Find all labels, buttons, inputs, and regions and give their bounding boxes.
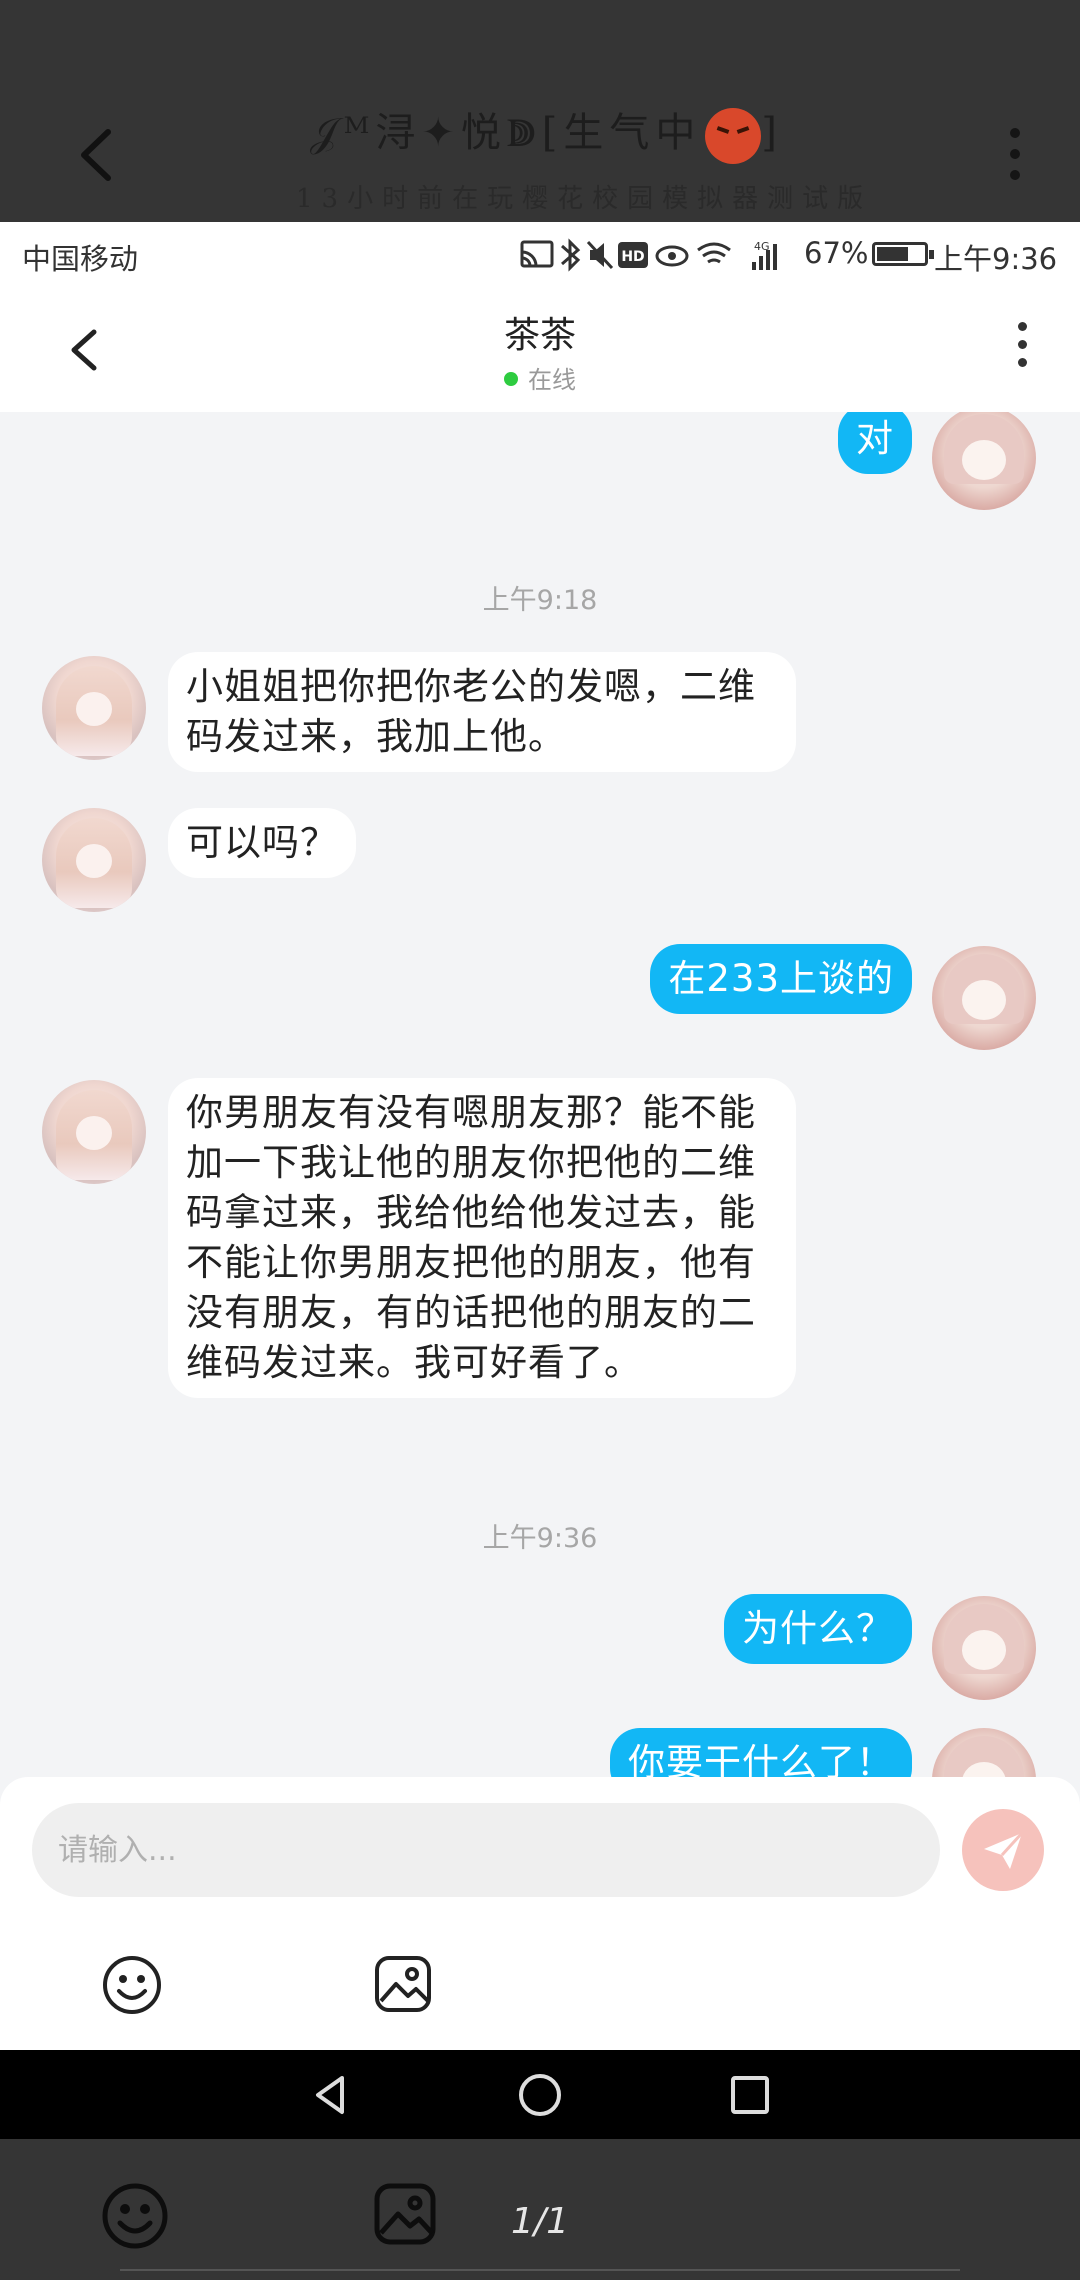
my-avatar[interactable] bbox=[932, 1596, 1036, 1700]
status-time: 上午9:36 bbox=[934, 242, 1058, 276]
contact-avatar[interactable] bbox=[42, 1080, 146, 1184]
viewer-bottom-divider bbox=[120, 2269, 960, 2273]
composer-panel bbox=[0, 1777, 1080, 2050]
message-input[interactable] bbox=[32, 1803, 940, 1897]
contact-avatar[interactable] bbox=[42, 808, 146, 912]
viewer-bottom-bar: 1/1 bbox=[0, 2139, 1080, 2280]
message-bubble-outgoing[interactable]: 为什么？ bbox=[724, 1594, 912, 1664]
online-status-label: 在线 bbox=[528, 366, 576, 394]
svg-text:HD: HD bbox=[621, 249, 644, 265]
eye-icon bbox=[655, 245, 689, 267]
more-vertical-icon[interactable] bbox=[1014, 322, 1030, 378]
message-bubble-outgoing[interactable]: 对 bbox=[838, 412, 912, 474]
send-icon bbox=[984, 1831, 1024, 1869]
message-bubble-outgoing[interactable]: 在233上谈的 bbox=[650, 944, 912, 1014]
system-nav-bar bbox=[0, 2050, 1080, 2139]
battery-percent: 67% bbox=[804, 236, 869, 270]
viewer-back-icon[interactable] bbox=[70, 120, 120, 190]
send-button[interactable] bbox=[962, 1809, 1044, 1891]
message-bubble-incoming[interactable]: 你男朋友有没有嗯朋友那？能不能加一下我让他的朋友你把他的二维码拿过来，我给他给他… bbox=[168, 1078, 796, 1398]
contact-name: 茶茶 bbox=[503, 315, 576, 356]
page-indicator: 1/1 bbox=[511, 2201, 569, 2242]
bluetooth-icon bbox=[561, 238, 581, 272]
mute-icon bbox=[586, 240, 614, 270]
status-icons: HD 4G bbox=[520, 238, 777, 272]
message-timestamp: 上午9:18 bbox=[482, 585, 598, 616]
my-avatar[interactable] bbox=[932, 412, 1036, 510]
online-status: 在线 bbox=[0, 360, 1080, 395]
viewer-emoji-icon[interactable] bbox=[100, 2181, 170, 2251]
contact-avatar[interactable] bbox=[42, 656, 146, 760]
nav-home-icon[interactable] bbox=[515, 2070, 565, 2120]
chat-header: 茶茶 在线 bbox=[0, 286, 1080, 412]
status-bar: 中国移动 HD 4G 67% 上午9:36 bbox=[0, 222, 1080, 286]
viewer-top-bar: 𝒥ᴹ浔✦悦ↇ[生气中] 13小时前在玩樱花校园模拟器测试版 bbox=[0, 0, 1080, 222]
battery-icon bbox=[872, 242, 934, 266]
phone-screenshot: 中国移动 HD 4G 67% 上午9:36 茶茶 在线 对 上午9:18 小姐姐… bbox=[0, 222, 1080, 2139]
message-bubble-incoming[interactable]: 可以吗？ bbox=[168, 808, 356, 878]
my-avatar[interactable] bbox=[932, 946, 1036, 1050]
message-timestamp: 上午9:36 bbox=[482, 1523, 598, 1554]
viewer-image-icon[interactable] bbox=[372, 2181, 438, 2247]
online-dot-icon bbox=[504, 372, 518, 386]
wifi-icon bbox=[697, 242, 731, 264]
battery-fill bbox=[877, 247, 908, 261]
angry-face-icon bbox=[705, 108, 762, 164]
viewer-more-icon[interactable] bbox=[1000, 128, 1030, 188]
message-bubble-incoming[interactable]: 小姐姐把你把你老公的发嗯，二维码发过来，我加上他。 bbox=[168, 652, 796, 772]
image-icon[interactable] bbox=[372, 1953, 434, 2015]
viewer-post-title: 𝒥ᴹ浔✦悦ↇ[生气中] bbox=[310, 100, 830, 170]
viewer-title-text: 𝒥ᴹ浔✦悦ↇ[生气中 bbox=[310, 110, 702, 156]
nav-back-icon[interactable] bbox=[306, 2070, 356, 2120]
cast-icon bbox=[520, 240, 554, 268]
nav-recents-icon[interactable] bbox=[725, 2070, 775, 2120]
viewer-post-subtitle: 13小时前在玩樱花校园模拟器测试版 bbox=[296, 184, 873, 214]
emoji-icon[interactable] bbox=[100, 1953, 164, 2017]
carrier-label: 中国移动 bbox=[22, 242, 139, 276]
message-list[interactable]: 对 上午9:18 小姐姐把你把你老公的发嗯，二维码发过来，我加上他。 可以吗？ … bbox=[0, 412, 1080, 1997]
viewer-title-end: ] bbox=[761, 110, 784, 156]
